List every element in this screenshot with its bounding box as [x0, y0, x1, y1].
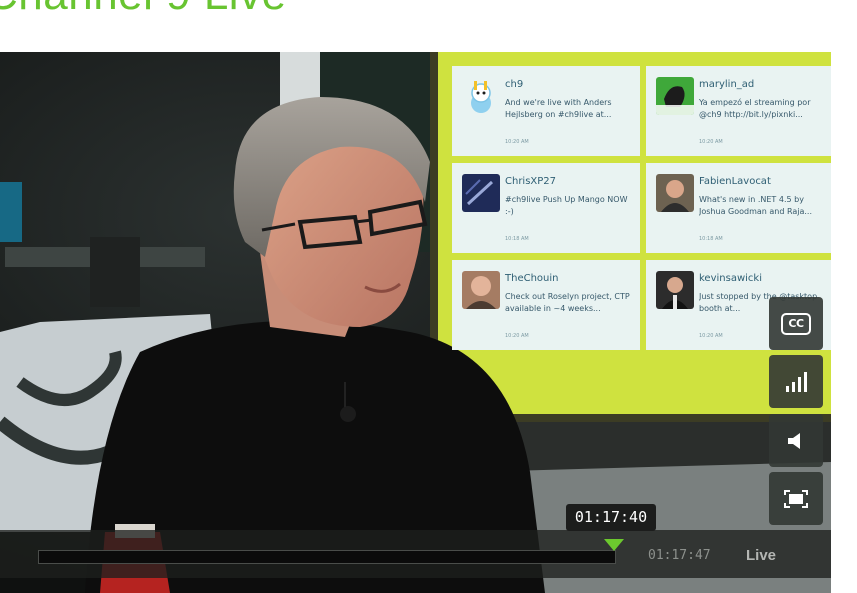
tweet-text: #ch9live Push Up Mango NOW :-) [505, 195, 628, 216]
tweet-time: 10:20 AM [699, 139, 723, 145]
current-time: 01:17:47 [648, 548, 711, 563]
tweet-username: TheChouin [505, 273, 559, 284]
tweet-username: kevinsawicki [699, 273, 762, 284]
closed-captions-icon: CC [781, 312, 811, 335]
volume-icon [788, 432, 800, 449]
tweet-time: 10:18 AM [699, 236, 723, 242]
tweet-username: FabienLavocat [699, 176, 771, 187]
tweet-time: 10:20 AM [505, 333, 529, 339]
tweet-card: ChrisXP27 #ch9live Push Up Mango NOW :-)… [452, 163, 640, 253]
ch9-mascot-icon [462, 77, 500, 115]
tweet-username: marylin_ad [699, 79, 755, 90]
seek-track[interactable] [38, 550, 616, 564]
hover-time-tooltip: 01:17:40 [566, 504, 656, 531]
tweet-username: ChrisXP27 [505, 176, 557, 187]
tweet-time: 10:20 AM [505, 139, 529, 145]
tweet-text: What's new in .NET 4.5 by Joshua Goodman… [699, 195, 813, 216]
tweet-card: ch9 And we're live with Anders Hejlsberg… [452, 66, 640, 156]
tweet-text: Check out Roselyn project, CTP available… [505, 292, 630, 313]
tweet-time: 10:20 AM [699, 333, 723, 339]
closed-captions-button[interactable]: CC [769, 297, 823, 350]
playhead-marker[interactable] [604, 539, 624, 551]
live-button[interactable]: Live [746, 547, 776, 564]
video-player[interactable]: ch9 And we're live with Anders Hejlsberg… [0, 52, 831, 593]
person-avatar-icon [462, 271, 500, 309]
fullscreen-icon [784, 489, 808, 508]
tweet-card: TheChouin Check out Roselyn project, CTP… [452, 260, 640, 350]
volume-button[interactable] [769, 414, 823, 467]
tweet-card: marylin_ad Ya empezó el streaming por @c… [646, 66, 831, 156]
dark-avatar-icon [462, 174, 500, 212]
person-avatar-icon [656, 174, 694, 212]
quality-button[interactable] [769, 355, 823, 408]
tweet-username: ch9 [505, 79, 524, 90]
tweet-text: Ya empezó el streaming por @ch9 http://b… [699, 98, 811, 119]
tweet-card: FabienLavocat What's new in .NET 4.5 by … [646, 163, 831, 253]
quality-bars-icon [786, 371, 807, 392]
build-logo-icon [656, 77, 694, 115]
tweet-text: And we're live with Anders Hejlsberg on … [505, 98, 612, 119]
person-avatar-icon [656, 271, 694, 309]
fullscreen-button[interactable] [769, 472, 823, 525]
tweet-time: 10:18 AM [505, 236, 529, 242]
page-title: Channel 9 Live [0, 0, 287, 20]
